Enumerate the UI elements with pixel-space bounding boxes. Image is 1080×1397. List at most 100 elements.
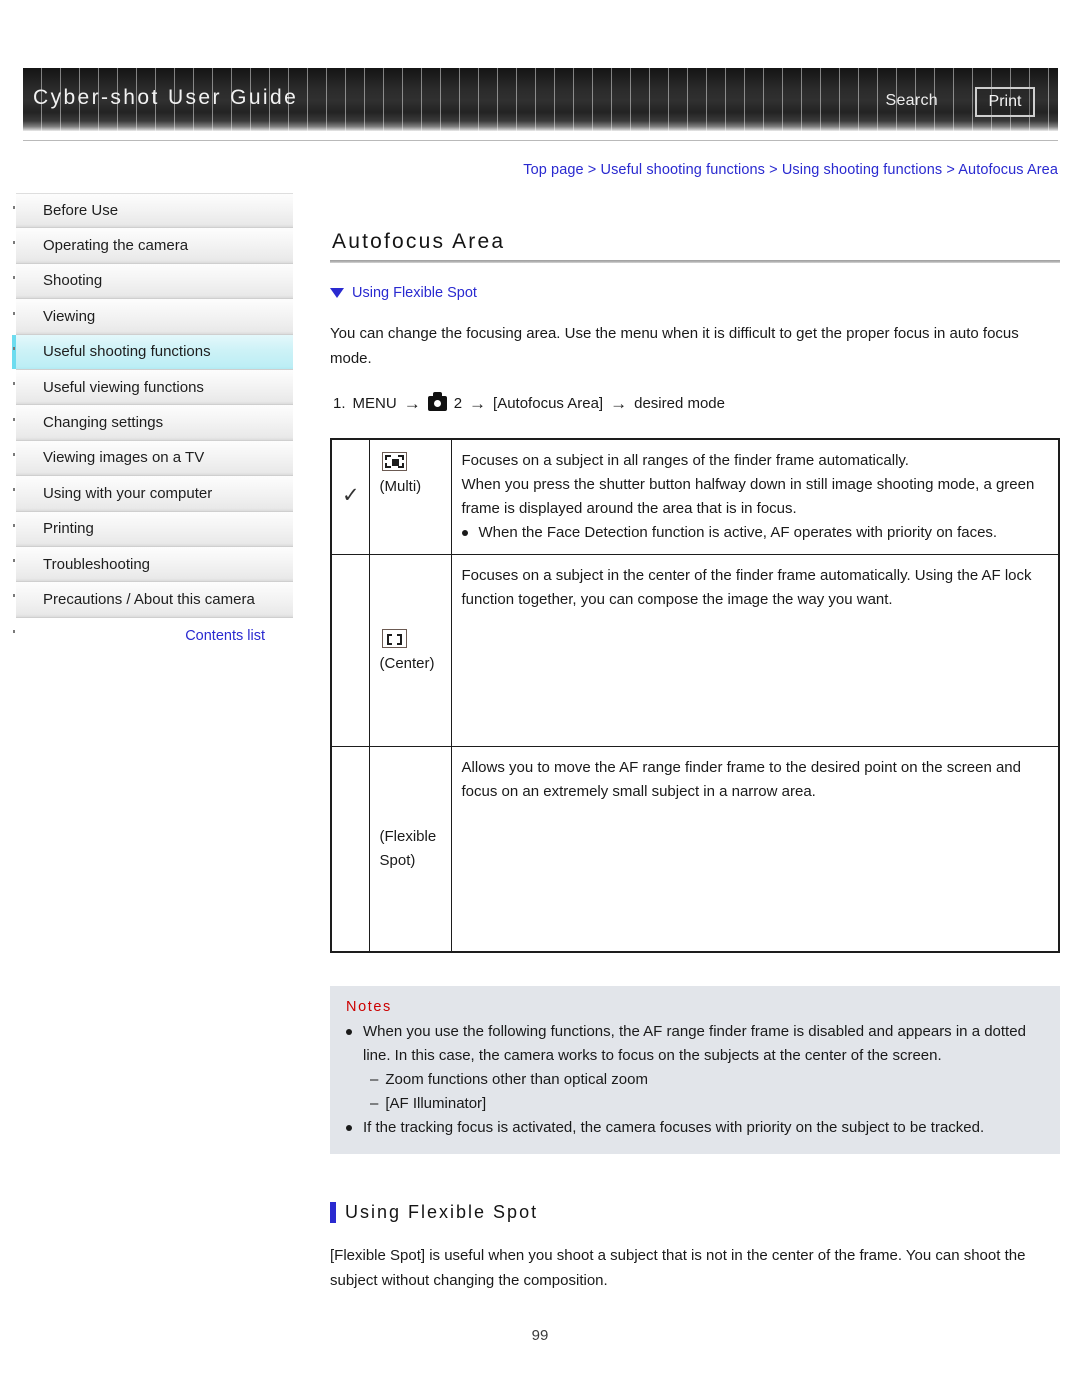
note-item: If the tracking focus is activated, the … bbox=[346, 1116, 1044, 1140]
search-button[interactable]: Search bbox=[886, 92, 939, 110]
bullet-icon bbox=[346, 1124, 352, 1131]
step-target-label: [Autofocus Area] bbox=[493, 395, 604, 412]
dash-icon: – bbox=[370, 1094, 379, 1112]
margin-tick bbox=[13, 418, 15, 421]
arrow-icon: → bbox=[610, 394, 628, 413]
row-mode-label: (Flexible Spot) bbox=[379, 827, 437, 869]
notes-panel: Notes When you use the following functio… bbox=[330, 985, 1060, 1154]
sidebar-item-printing[interactable]: Printing bbox=[16, 511, 293, 547]
breadcrumb[interactable]: Top page > Useful shooting functions > U… bbox=[523, 162, 1058, 178]
row-mode-cell: (Flexible Spot) bbox=[368, 746, 452, 952]
sidebar-item-label: Useful viewing functions bbox=[43, 378, 204, 396]
table-row[interactable]: ✓ (Multi) Focuses on a subject in all ra… bbox=[330, 438, 1060, 555]
sidebar-item-viewing[interactable]: Viewing bbox=[16, 299, 293, 335]
heading-accent-bar bbox=[330, 1201, 336, 1223]
sidebar-item-shooting[interactable]: Shooting bbox=[16, 263, 293, 300]
description-line: When you press the shutter button halfwa… bbox=[461, 476, 1035, 517]
sidebar-item-useful-viewing-functions[interactable]: Useful viewing functions bbox=[16, 369, 293, 406]
print-button[interactable]: Print bbox=[975, 87, 1035, 117]
sidebar-item-label: Changing settings bbox=[43, 414, 164, 432]
table-row[interactable]: (Flexible Spot) Allows you to move the A… bbox=[330, 746, 1060, 952]
row-mode-label: (Center) bbox=[379, 654, 435, 672]
af-center-icon bbox=[381, 628, 407, 648]
sidebar-item-useful-shooting-functions[interactable]: Useful shooting functions bbox=[12, 334, 293, 370]
subsection-heading-label: Using Flexible Spot bbox=[345, 1201, 539, 1222]
sidebar-item-viewing-images-on-a-tv[interactable]: Viewing images on a TV bbox=[16, 440, 293, 477]
menu-step-instruction: 1. MENU → 2 → [Autofocus Area] → desired… bbox=[333, 391, 1060, 416]
margin-tick bbox=[13, 524, 15, 527]
dash-icon: – bbox=[370, 1070, 379, 1088]
contents-list-link[interactable]: Contents list bbox=[16, 628, 293, 644]
row-description-cell: Allows you to move the AF range finder f… bbox=[450, 746, 1060, 952]
header-banner: Cyber-shot User Guide Search Print bbox=[23, 68, 1058, 131]
page-number: 99 bbox=[531, 1327, 549, 1344]
description-bullet: When the Face Detection function is acti… bbox=[461, 521, 1049, 545]
check-icon: ✓ bbox=[342, 483, 360, 507]
sidebar-item-label: Before Use bbox=[43, 202, 119, 220]
note-sub-text: Zoom functions other than optical zoom bbox=[385, 1070, 648, 1088]
note-sub-item: – [AF Illuminator] bbox=[370, 1092, 1044, 1116]
margin-tick bbox=[13, 453, 15, 456]
margin-tick bbox=[13, 488, 15, 491]
row-selected-cell bbox=[330, 554, 370, 747]
subsection-paragraph: [Flexible Spot] is useful when you shoot… bbox=[330, 1246, 1026, 1289]
bullet-text: When the Face Detection function is acti… bbox=[478, 524, 998, 541]
sidebar-item-label: Viewing bbox=[43, 307, 96, 325]
app-title: Cyber-shot User Guide bbox=[33, 86, 299, 109]
margin-tick bbox=[13, 559, 15, 562]
title-divider bbox=[330, 260, 1060, 263]
sidebar-item-changing-settings[interactable]: Changing settings bbox=[16, 405, 293, 441]
row-mode-cell: (Multi) bbox=[368, 438, 452, 555]
sidebar-item-label: Printing bbox=[43, 520, 94, 538]
description-line: Focuses on a subject in all ranges of th… bbox=[461, 452, 909, 469]
header-divider bbox=[23, 140, 1058, 141]
sidebar-item-label: Precautions / About this camera bbox=[43, 590, 255, 608]
row-selected-cell bbox=[330, 746, 370, 952]
main-content: Autofocus Area Using Flexible Spot You c… bbox=[330, 190, 1060, 1313]
sidebar-item-label: Operating the camera bbox=[43, 237, 189, 255]
camera-mode-icon bbox=[427, 392, 447, 411]
note-text: If the tracking focus is activated, the … bbox=[363, 1118, 985, 1136]
sidebar-item-label: Viewing images on a TV bbox=[43, 449, 205, 467]
subsection-using-flexible-spot: Using Flexible Spot [Flexible Spot] is u… bbox=[330, 1201, 1060, 1293]
sidebar-item-label: Useful shooting functions bbox=[43, 343, 211, 361]
sidebar-nav: Before Use Operating the camera Shooting… bbox=[12, 193, 293, 618]
row-selected-cell: ✓ bbox=[330, 438, 370, 555]
step-tab-number: 2 bbox=[453, 395, 463, 412]
note-sub-text: [AF Illuminator] bbox=[385, 1094, 487, 1112]
sidebar-item-precautions-about-this-camera[interactable]: Precautions / About this camera bbox=[16, 582, 293, 618]
sidebar-item-label: Troubleshooting bbox=[43, 555, 151, 573]
bullet-icon bbox=[461, 530, 468, 536]
af-multi-icon bbox=[381, 452, 407, 471]
row-mode-cell: (Center) bbox=[368, 554, 452, 747]
note-sub-item: – Zoom functions other than optical zoom bbox=[370, 1068, 1044, 1092]
chevron-down-icon bbox=[330, 288, 344, 298]
margin-tick bbox=[13, 206, 15, 209]
sidebar-item-using-with-your-computer[interactable]: Using with your computer bbox=[16, 476, 293, 512]
margin-tick bbox=[13, 594, 15, 597]
margin-tick bbox=[13, 241, 15, 244]
margin-tick bbox=[13, 276, 15, 279]
sidebar-item-troubleshooting[interactable]: Troubleshooting bbox=[16, 546, 293, 583]
margin-tick bbox=[13, 382, 15, 385]
step-menu-label: MENU bbox=[352, 395, 397, 412]
description-line: Focuses on a subject in the center of th… bbox=[461, 567, 1032, 608]
row-mode-label: (Multi) bbox=[379, 478, 422, 495]
sidebar-item-label: Shooting bbox=[43, 272, 103, 290]
step-number: 1. bbox=[333, 395, 346, 412]
jump-link-using-flexible-spot[interactable]: Using Flexible Spot bbox=[330, 285, 1060, 301]
autofocus-mode-table: ✓ (Multi) Focuses on a subject in all ra… bbox=[330, 438, 1060, 953]
page-title: Autofocus Area bbox=[332, 230, 506, 253]
sidebar-item-before-use[interactable]: Before Use bbox=[16, 193, 293, 229]
subsection-heading: Using Flexible Spot bbox=[330, 1201, 1060, 1223]
note-text: When you use the following functions, th… bbox=[363, 1022, 1026, 1064]
jump-link-label: Using Flexible Spot bbox=[352, 285, 477, 301]
notes-title: Notes bbox=[346, 998, 392, 1015]
table-row[interactable]: (Center) Focuses on a subject in the cen… bbox=[330, 554, 1060, 747]
margin-tick bbox=[13, 347, 15, 350]
margin-tick bbox=[13, 312, 15, 315]
sidebar-item-operating-the-camera[interactable]: Operating the camera bbox=[16, 228, 293, 264]
arrow-icon: → bbox=[403, 394, 421, 413]
intro-paragraph: You can change the focusing area. Use th… bbox=[330, 325, 1019, 367]
description-line: Allows you to move the AF range finder f… bbox=[461, 759, 1022, 800]
